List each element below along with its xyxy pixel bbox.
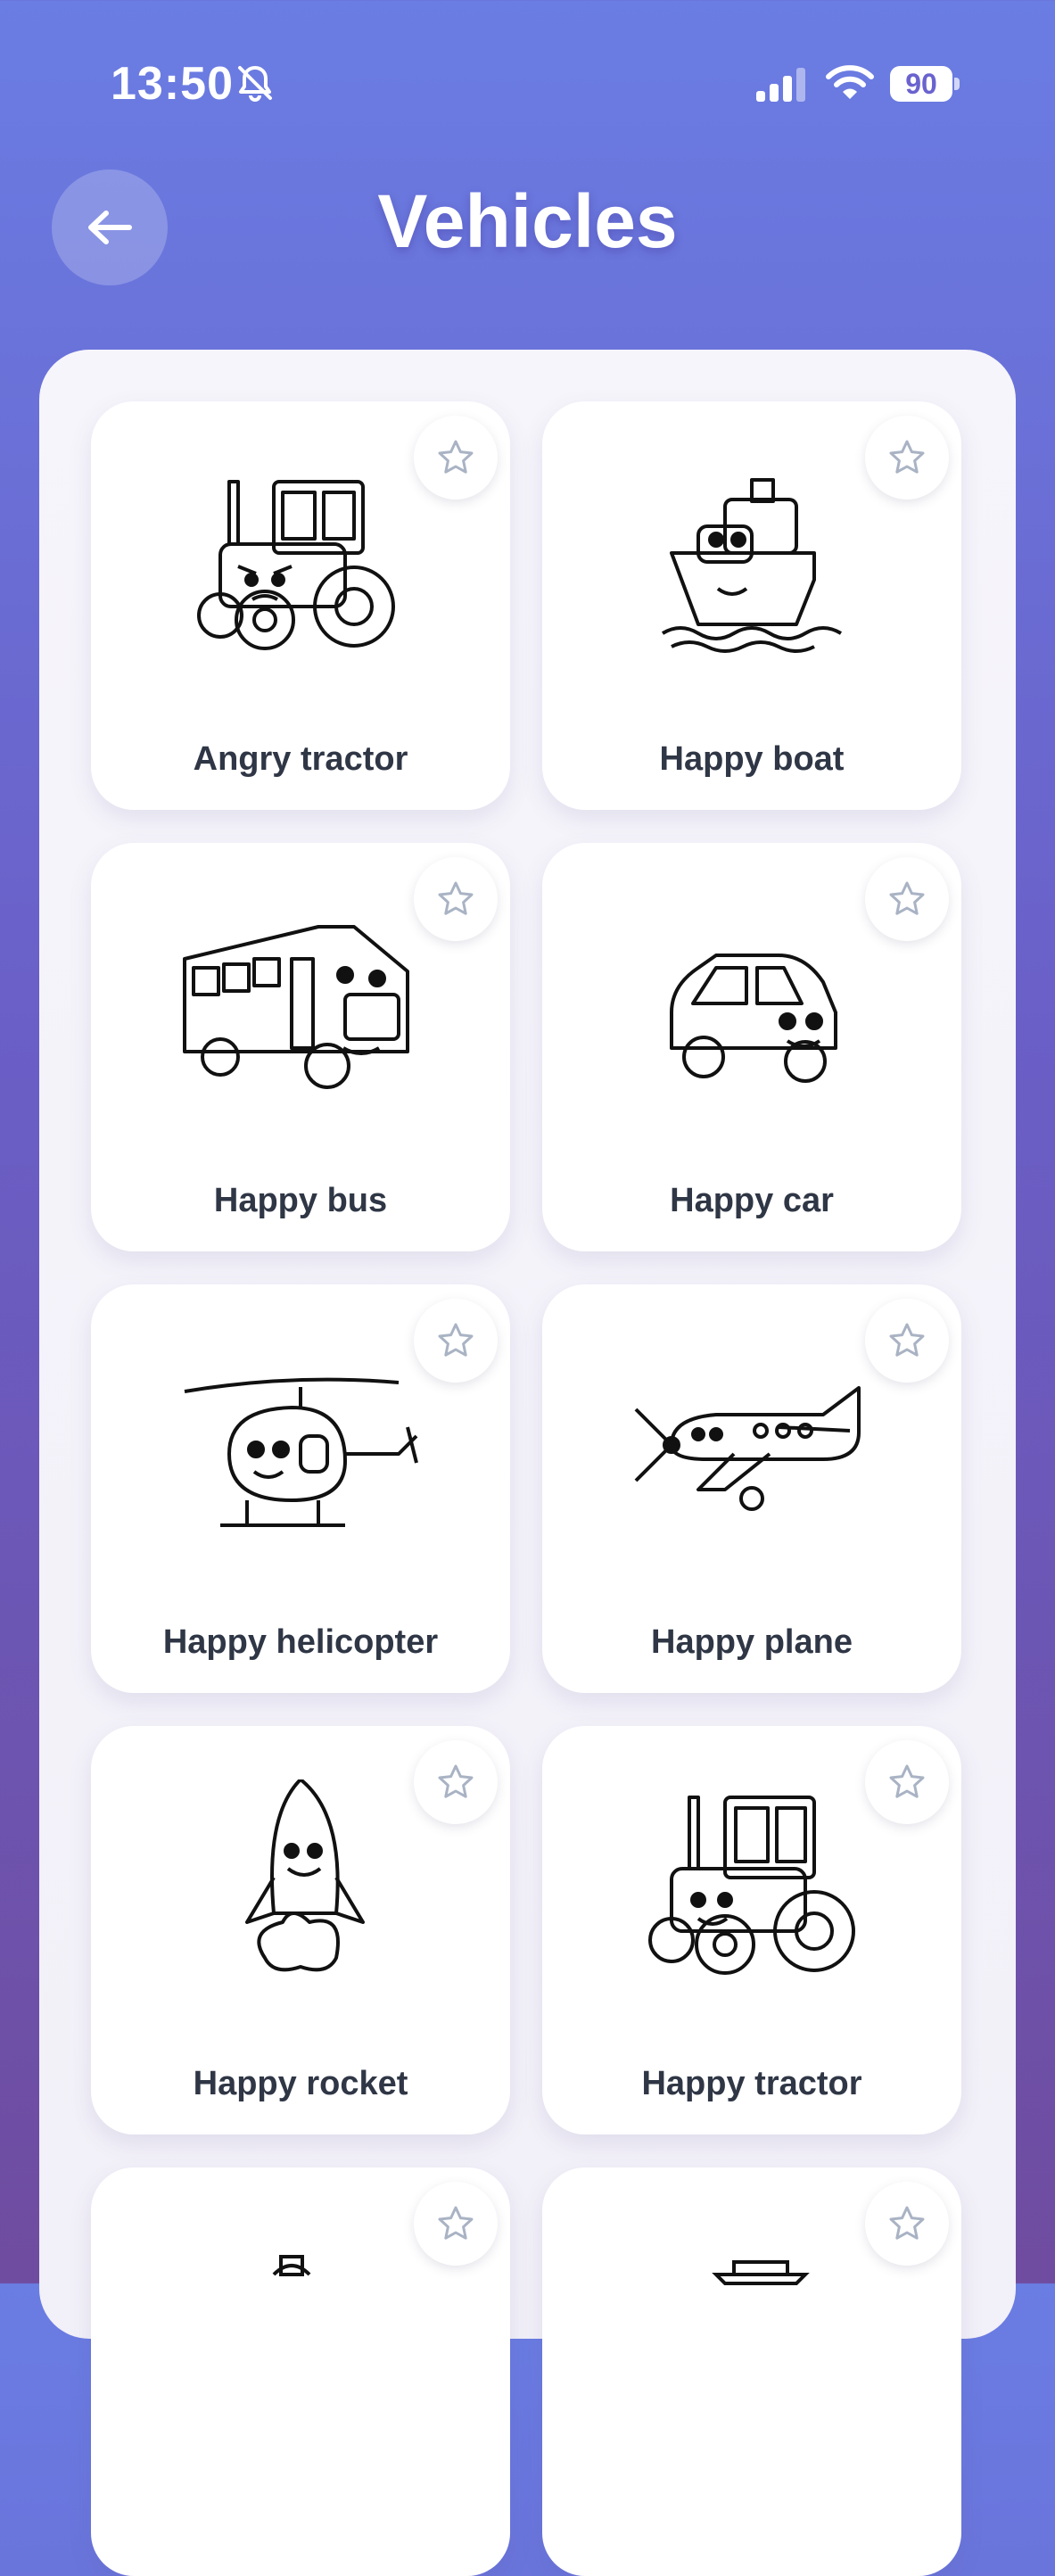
happy-helicopter-image <box>167 1338 434 1552</box>
happy-boat-image <box>618 455 886 669</box>
status-bar: 13:50 90 <box>0 0 1055 169</box>
star-icon <box>887 1321 927 1360</box>
angry-tractor-image <box>167 455 434 669</box>
favorite-button[interactable] <box>865 2182 949 2266</box>
vehicle-card-happy-boat[interactable]: Happy boat <box>542 401 961 810</box>
happy-car-image <box>618 896 886 1110</box>
happy-rocket-image <box>167 1779 434 1994</box>
favorite-button[interactable] <box>414 857 498 941</box>
vehicle-card-happy-bus[interactable]: Happy bus <box>91 843 510 1251</box>
star-icon <box>436 879 475 919</box>
star-icon <box>436 2204 475 2243</box>
favorite-button[interactable] <box>865 416 949 500</box>
vehicle-card-partial-right[interactable] <box>542 2167 961 2576</box>
battery-icon: 90 <box>890 66 961 103</box>
vehicle-card-happy-helicopter[interactable]: Happy helicopter <box>91 1284 510 1693</box>
happy-plane-image <box>618 1338 886 1552</box>
vehicle-card-happy-car[interactable]: Happy car <box>542 843 961 1251</box>
vehicle-card-angry-tractor[interactable]: Angry tractor <box>91 401 510 810</box>
vehicle-label: Happy helicopter <box>162 1623 439 1661</box>
star-icon <box>436 1321 475 1360</box>
favorite-button[interactable] <box>414 416 498 500</box>
star-icon <box>436 438 475 477</box>
vehicles-panel: Angry tractor Happy boat Happy bus Happy… <box>39 350 1016 2576</box>
vehicle-card-happy-rocket[interactable]: Happy rocket <box>91 1726 510 2134</box>
star-icon <box>887 1763 927 1802</box>
vehicle-label: Happy rocket <box>193 2065 408 2102</box>
vehicle-image <box>618 2221 886 2435</box>
bell-slash-icon <box>235 62 276 103</box>
happy-tractor-image <box>618 1779 886 1994</box>
vehicle-label: Happy boat <box>659 740 845 778</box>
vehicle-card-happy-tractor[interactable]: Happy tractor <box>542 1726 961 2134</box>
vehicle-label: Happy bus <box>213 1182 388 1219</box>
star-icon <box>887 879 927 919</box>
favorite-button[interactable] <box>414 2182 498 2266</box>
vehicle-image <box>167 2221 434 2435</box>
favorite-button[interactable] <box>414 1299 498 1383</box>
happy-bus-image <box>167 896 434 1110</box>
vehicle-label: Happy plane <box>651 1623 853 1661</box>
vehicle-card-happy-plane[interactable]: Happy plane <box>542 1284 961 1693</box>
vehicle-card-partial-left[interactable] <box>91 2167 510 2576</box>
star-icon <box>436 1763 475 1802</box>
page-title: Vehicles <box>377 179 678 263</box>
favorite-button[interactable] <box>865 857 949 941</box>
cellular-signal-icon <box>756 66 810 102</box>
favorite-button[interactable] <box>414 1740 498 1824</box>
favorite-button[interactable] <box>865 1299 949 1383</box>
star-icon <box>887 438 927 477</box>
wifi-icon <box>825 62 875 102</box>
vehicle-label: Happy car <box>670 1182 834 1219</box>
vehicle-label: Happy tractor <box>641 2065 862 2102</box>
battery-level: 90 <box>890 66 952 102</box>
status-time: 13:50 <box>111 58 234 110</box>
star-icon <box>887 2204 927 2243</box>
vehicle-label: Angry tractor <box>193 740 408 778</box>
favorite-button[interactable] <box>865 1740 949 1824</box>
